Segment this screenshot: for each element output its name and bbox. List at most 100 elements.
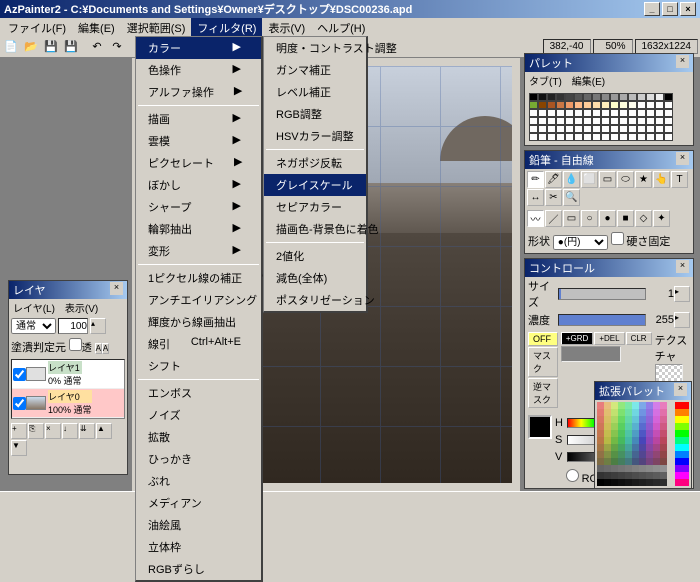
- open-icon[interactable]: 📂: [22, 38, 40, 56]
- tool-icon[interactable]: 👆: [653, 171, 670, 188]
- menu-item[interactable]: 描画色-背景色に着色: [264, 218, 366, 240]
- menu-item[interactable]: 変形▶: [136, 240, 261, 262]
- menu-item[interactable]: 輝度から線画抽出: [136, 311, 261, 333]
- undo-icon[interactable]: ↶: [88, 38, 106, 56]
- layer-up-icon[interactable]: ▲: [96, 423, 112, 439]
- menu-item[interactable]: 2値化: [264, 245, 366, 267]
- menu-item[interactable]: シフト: [136, 355, 261, 377]
- tool-icon[interactable]: ⬭: [617, 171, 634, 188]
- menu-item[interactable]: RGB調整: [264, 103, 366, 125]
- menu-item[interactable]: 色操作▶: [136, 59, 261, 81]
- shape-icon[interactable]: 〰: [527, 210, 544, 227]
- menu-edit[interactable]: 編集(E): [72, 18, 121, 36]
- tool-icon[interactable]: ✏: [527, 171, 544, 188]
- mask-button[interactable]: マスク: [528, 347, 558, 377]
- layer-flatten-icon[interactable]: ⇊: [79, 423, 95, 439]
- menu-item[interactable]: ネガポジ反転: [264, 152, 366, 174]
- panel-close-icon[interactable]: ×: [676, 55, 689, 68]
- menu-item[interactable]: 1ピクセル線の補正Ctrl+Alt+S: [136, 267, 261, 289]
- layer-add-icon[interactable]: +: [11, 423, 27, 439]
- shape-icon[interactable]: ／: [545, 210, 562, 227]
- tool-icon[interactable]: 💧: [563, 171, 580, 188]
- tool-icon[interactable]: ▭: [599, 171, 616, 188]
- menu-item[interactable]: ポスタリゼーション: [264, 289, 366, 311]
- blend-mode-select[interactable]: 通常: [11, 318, 56, 334]
- layer-merge-icon[interactable]: ↓: [62, 423, 78, 439]
- menu-item[interactable]: エンボス: [136, 382, 261, 404]
- menu-item[interactable]: シャープ▶: [136, 196, 261, 218]
- maximize-button[interactable]: □: [662, 2, 678, 16]
- save-icon[interactable]: 💾: [42, 38, 60, 56]
- menu-item[interactable]: アンチエイリアシング: [136, 289, 261, 311]
- layer-panel-menu[interactable]: レイヤ(L) 表示(V): [9, 299, 127, 316]
- menu-item[interactable]: ぶれ: [136, 470, 261, 492]
- tool-icon[interactable]: 🔍: [563, 189, 580, 206]
- filter-menu-dropdown: カラー▶色操作▶アルファ操作▶ 描画▶雲模▶ピクセレート▶ぼかし▶シャープ▶輪郭抽…: [135, 36, 263, 582]
- layer-row[interactable]: レイヤ10% 通常: [12, 360, 124, 389]
- mask-color-bar[interactable]: [561, 346, 621, 362]
- menu-item[interactable]: 立体枠: [136, 536, 261, 558]
- menu-item[interactable]: 明度・コントラスト調整: [264, 37, 366, 59]
- menu-item[interactable]: ピクセレート▶: [136, 152, 261, 174]
- tool-icon[interactable]: T: [671, 171, 688, 188]
- menu-item[interactable]: 油絵風: [136, 514, 261, 536]
- menu-filter[interactable]: フィルタ(R): [191, 18, 262, 36]
- opacity-input[interactable]: [58, 318, 88, 334]
- revmask-button[interactable]: 逆マスク: [528, 378, 558, 408]
- menu-file[interactable]: ファイル(F): [2, 18, 72, 36]
- shape-icon[interactable]: ●: [599, 210, 616, 227]
- menu-select[interactable]: 選択範囲(S): [121, 18, 192, 36]
- shape-icon[interactable]: ■: [617, 210, 634, 227]
- tool-icon[interactable]: ⬜: [581, 171, 598, 188]
- tool-icon[interactable]: 🖊: [545, 171, 562, 188]
- menu-item[interactable]: 輪郭抽出▶: [136, 218, 261, 240]
- menu-item[interactable]: グレイスケール: [264, 174, 366, 196]
- saveas-icon[interactable]: 💾: [62, 38, 80, 56]
- size-slider[interactable]: [558, 288, 646, 300]
- menu-help[interactable]: ヘルプ(H): [311, 18, 371, 36]
- layer-copy-icon[interactable]: ⎘: [28, 423, 44, 439]
- shape-icon[interactable]: ▭: [563, 210, 580, 227]
- redo-icon[interactable]: ↷: [108, 38, 126, 56]
- tool-icon[interactable]: ★: [635, 171, 652, 188]
- mask-off-button[interactable]: OFF: [528, 332, 558, 346]
- shape-icon[interactable]: ○: [581, 210, 598, 227]
- menu-item[interactable]: カラー▶: [136, 37, 261, 59]
- layer-del-icon[interactable]: ×: [45, 423, 61, 439]
- density-slider[interactable]: [558, 314, 646, 326]
- close-button[interactable]: ×: [680, 2, 696, 16]
- menu-item[interactable]: ガンマ補正: [264, 59, 366, 81]
- panel-close-icon[interactable]: ×: [110, 282, 123, 295]
- layer-down-icon[interactable]: ▼: [11, 440, 27, 456]
- tool-icon[interactable]: ✂: [545, 189, 562, 206]
- menu-item[interactable]: 拡散: [136, 426, 261, 448]
- menu-item[interactable]: セピアカラー: [264, 196, 366, 218]
- menu-item[interactable]: ノイズ: [136, 404, 261, 426]
- extended-palette: 拡張パレット×: [594, 381, 692, 489]
- shape-icon[interactable]: ◇: [635, 210, 652, 227]
- layer-panel-title: レイヤ: [13, 282, 110, 298]
- shape-grid: 〰／▭○●■◇✦: [525, 208, 693, 229]
- tool-icon[interactable]: ↔: [527, 189, 544, 206]
- menu-item[interactable]: 描画▶: [136, 108, 261, 130]
- menu-item[interactable]: ひっかき: [136, 448, 261, 470]
- minimize-button[interactable]: _: [644, 2, 660, 16]
- menu-item[interactable]: 減色(全体): [264, 267, 366, 289]
- menu-item[interactable]: 線引Ctrl+Alt+E: [136, 333, 261, 355]
- menu-item[interactable]: RGBずらし: [136, 558, 261, 580]
- new-icon[interactable]: 📄: [2, 38, 20, 56]
- menu-item[interactable]: アルファ操作▶: [136, 81, 261, 103]
- shape-select[interactable]: ●(円): [553, 235, 608, 250]
- menu-view[interactable]: 表示(V): [262, 18, 311, 36]
- menu-item[interactable]: HSVカラー調整: [264, 125, 366, 147]
- layer-row[interactable]: レイヤ0100% 通常: [12, 389, 124, 418]
- menu-item[interactable]: レベル補正: [264, 81, 366, 103]
- palette-grid[interactable]: [525, 89, 693, 145]
- status-size: 1632x1224: [635, 39, 699, 54]
- shape-icon[interactable]: ✦: [653, 210, 670, 227]
- menu-item[interactable]: メディアン: [136, 492, 261, 514]
- fg-color[interactable]: [528, 415, 552, 439]
- menu-item[interactable]: 雲模▶: [136, 130, 261, 152]
- menu-item[interactable]: ぼかし▶: [136, 174, 261, 196]
- opacity-up-icon[interactable]: ▴: [90, 318, 106, 334]
